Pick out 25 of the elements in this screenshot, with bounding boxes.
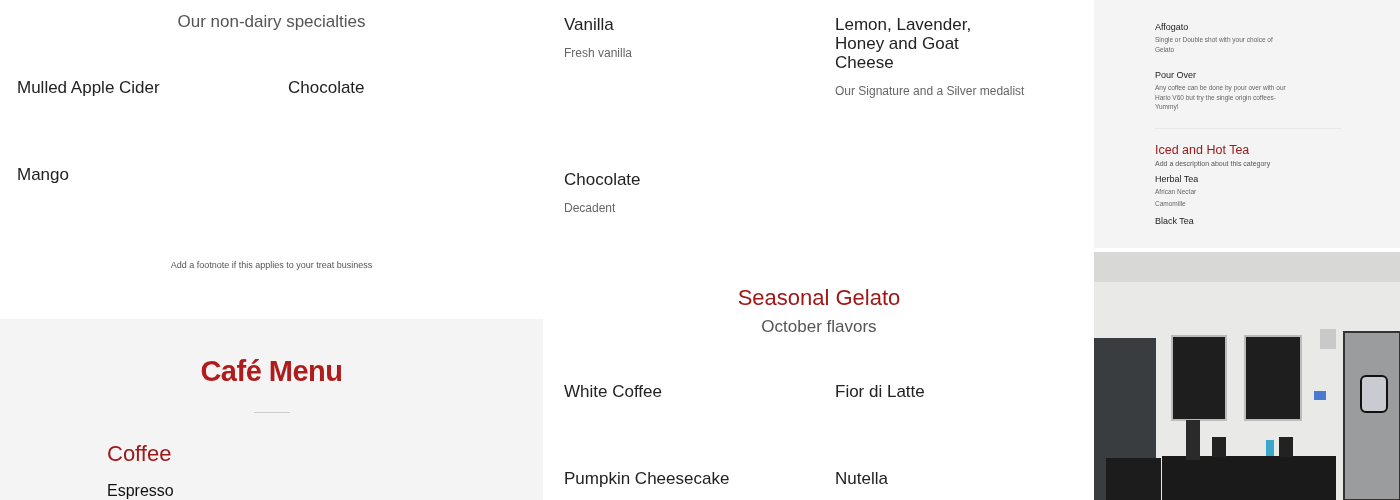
item-name: Lemon, Lavender, Honey and Goat Cheese xyxy=(835,15,973,72)
section-subtitle: October flavors xyxy=(760,317,878,337)
item-name: Affogato xyxy=(1155,22,1190,32)
section-title: Seasonal Gelato xyxy=(736,285,902,311)
item-name: Nutella xyxy=(835,469,888,488)
item-name: Pour Over xyxy=(1155,70,1197,80)
item-name: White Coffee xyxy=(564,382,662,401)
item-description: Our Signature and a Silver medalist xyxy=(835,84,1026,98)
item-name: Mulled Apple Cider xyxy=(17,78,160,97)
item-description: Decadent xyxy=(564,201,617,215)
category-title: Coffee xyxy=(107,441,173,467)
item-description: Fresh vanilla xyxy=(564,46,634,60)
item-name: Vanilla xyxy=(564,15,615,34)
cafe-menu-logo: Café Menu xyxy=(200,355,343,388)
item-name: Chocolate xyxy=(564,170,642,189)
section-subtitle: Our non-dairy specialties xyxy=(176,12,367,32)
category-title: Iced and Hot Tea xyxy=(1155,142,1251,157)
item-name: Fior di Latte xyxy=(835,382,925,401)
item-name: Pumpkin Cheesecake xyxy=(564,469,730,488)
footnote: Add a footnote if this applies to your treat business xyxy=(169,260,374,270)
item-name: Chocolate xyxy=(288,78,365,97)
item-name: Espresso xyxy=(107,482,174,500)
item-name: Mango xyxy=(17,165,69,184)
item-name: Herbal Tea xyxy=(1155,173,1200,184)
item-name: Black Tea xyxy=(1155,215,1195,226)
